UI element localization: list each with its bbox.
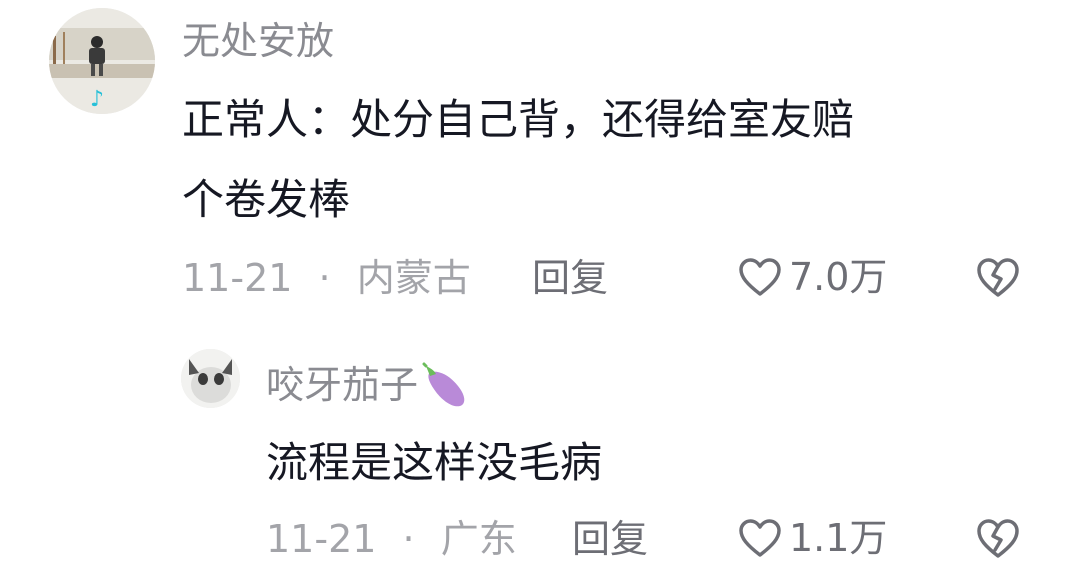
comment-username[interactable]: 无处安放 — [182, 22, 334, 60]
broken-heart-icon — [977, 519, 1019, 558]
heart-outline-icon — [739, 258, 781, 296]
reply-button[interactable]: 回复 — [572, 520, 648, 558]
dislike-button[interactable] — [975, 255, 1021, 299]
like-count: 7.0万 — [789, 255, 888, 299]
meta-separator: · — [318, 256, 331, 300]
like-button[interactable]: 1.1万 — [737, 517, 887, 559]
comment-username-text: 咬牙茄子 — [266, 363, 419, 407]
dislike-button[interactable] — [975, 516, 1021, 560]
broken-heart-icon — [977, 258, 1019, 297]
avatar-photo: ♪ — [49, 8, 155, 114]
comment-content-line-1: 流程是这样没毛病 — [266, 438, 603, 487]
comment-username[interactable]: 咬牙茄子 — [266, 362, 472, 408]
avatar[interactable] — [181, 349, 240, 408]
comment-meta: 11-21 · 内蒙古 — [182, 259, 471, 297]
comment-date: 11-21 — [182, 256, 293, 300]
like-button[interactable]: 7.0万 — [737, 256, 887, 298]
avatar[interactable]: ♪ — [49, 8, 155, 114]
meta-separator: · — [402, 517, 415, 561]
comment-content-line-1: 正常人：处分自己背，还得给室友赔 — [182, 95, 855, 144]
comment-meta: 11-21 · 广东 — [266, 520, 517, 558]
comment-date: 11-21 — [266, 517, 377, 561]
comment-content-line-2: 个卷发棒 — [182, 175, 351, 224]
comment-location: 广东 — [440, 517, 517, 561]
reply-button[interactable]: 回复 — [532, 259, 608, 297]
svg-text:♪: ♪ — [90, 87, 104, 112]
eggplant-emoji-icon — [422, 362, 465, 407]
comment-location: 内蒙古 — [356, 256, 471, 300]
like-count: 1.1万 — [789, 516, 888, 560]
heart-outline-icon — [739, 519, 781, 557]
avatar-photo — [181, 349, 240, 408]
